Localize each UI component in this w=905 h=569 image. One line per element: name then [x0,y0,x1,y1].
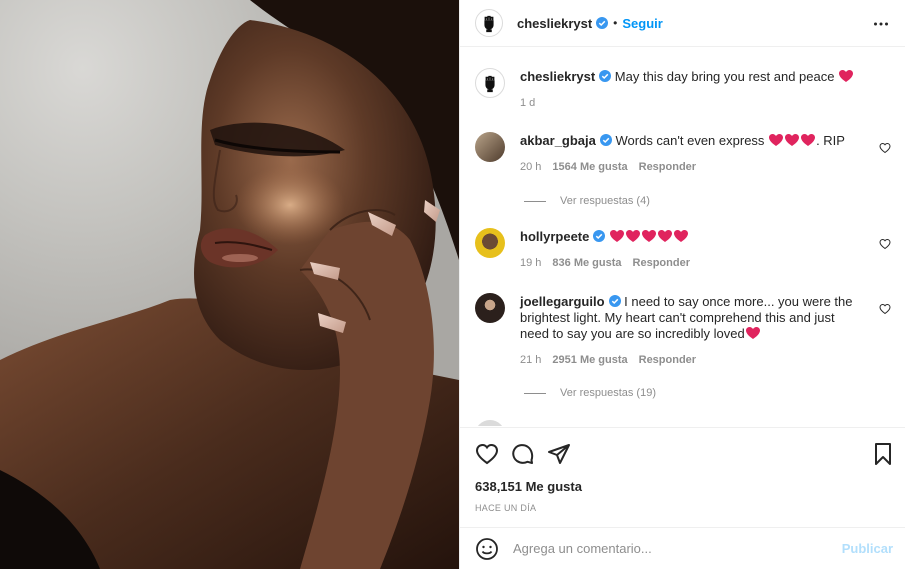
verified-badge-icon [593,230,606,242]
comment-likes[interactable]: 2951 Me gusta [552,352,627,368]
red-heart-emoji-icon [785,134,800,146]
raised-fist-icon [479,72,501,94]
heart-icon[interactable] [475,442,499,466]
red-heart-emoji-icon [641,230,656,242]
commenter-avatar[interactable] [475,132,505,162]
post-panel: chesliekryst • Seguir chesliekryst May t… [459,0,905,569]
red-heart-emoji-icon [769,134,784,146]
comment-item: joellegarguilo I need to say once more..… [475,293,891,368]
caption-text: May this day bring you rest and peace [614,69,835,84]
commenter-avatar[interactable] [475,420,505,426]
caption-avatar[interactable] [475,68,505,98]
comment-item: akbar_gbaja Words can't even express . R… [475,132,891,175]
verified-badge-icon [599,70,612,82]
reply-button[interactable]: Responder [633,255,690,271]
comments-list[interactable]: chesliekryst May this day bring you rest… [460,48,905,426]
commenter-avatar[interactable] [475,293,505,323]
red-heart-emoji-icon [657,230,672,242]
comment-item: hollyrpeete 19 h 836 Me gusta Responder [475,228,891,271]
comment-username[interactable]: joellegarguilo [520,294,605,309]
caption: chesliekryst May this day bring you rest… [475,68,891,111]
comment-composer: Publicar [460,527,905,569]
more-horizontal-icon[interactable] [873,16,889,32]
reply-button[interactable]: Responder [639,352,696,368]
comment-suffix: . RIP [816,133,845,148]
red-heart-emoji-icon [745,327,760,339]
post-actions: 638,151 Me gusta HACE UN DÍA [460,427,905,527]
paper-plane-icon[interactable] [547,442,571,466]
red-heart-emoji-icon [839,70,854,82]
commenter-avatar[interactable] [475,228,505,258]
comment-like-heart-icon[interactable] [879,238,891,250]
separator-dot: • [613,16,618,30]
verified-badge-icon [608,295,621,307]
view-replies-label: Ver respuestas (19) [560,387,656,399]
view-replies-button[interactable]: Ver respuestas (19) [524,387,656,399]
comment-like-heart-icon[interactable] [879,303,891,315]
verified-badge-icon [596,17,609,29]
post-header: chesliekryst • Seguir [460,0,905,47]
caption-time: 1 d [520,97,536,109]
reply-button[interactable]: Responder [639,159,696,175]
raised-fist-icon [478,12,500,34]
replies-divider [524,392,546,394]
red-heart-emoji-icon [609,230,624,242]
red-heart-emoji-icon [801,134,816,146]
view-replies-button[interactable]: Ver respuestas (4) [524,195,650,207]
post-date[interactable]: HACE UN DÍA [475,503,536,513]
follow-button[interactable]: Seguir [622,16,662,31]
author-username[interactable]: chesliekryst [517,16,592,31]
comment-likes[interactable]: 836 Me gusta [552,255,621,271]
verified-badge-icon [599,134,612,146]
comment-time: 21 h [520,354,542,366]
bookmark-icon[interactable] [871,442,895,466]
replies-divider [524,200,546,202]
comment-time: 19 h [520,257,542,269]
comment-username[interactable]: akbar_gbaja [520,133,596,148]
comment-time: 20 h [520,161,542,173]
publish-button[interactable]: Publicar [842,541,893,556]
comment-input[interactable] [513,541,833,556]
emoji-icon[interactable] [475,537,499,561]
author-avatar[interactable] [475,9,503,37]
caption-username[interactable]: chesliekryst [520,69,595,84]
red-heart-emoji-icon [673,230,688,242]
comment-like-heart-icon[interactable] [879,142,891,154]
comment-likes[interactable]: 1564 Me gusta [552,159,627,175]
view-replies-label: Ver respuestas (4) [560,195,650,207]
comment-username[interactable]: hollyrpeete [520,229,589,244]
post-image[interactable] [0,0,459,569]
red-heart-emoji-icon [625,230,640,242]
comment-text: Words can't even express [615,133,765,148]
likes-count[interactable]: 638,151 Me gusta [475,479,582,494]
comment-icon[interactable] [511,442,535,466]
